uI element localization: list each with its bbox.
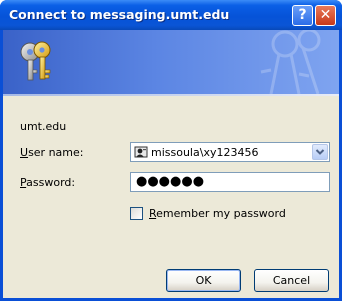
login-dialog: Connect to messaging.umt.edu ? ✕ umt.edu… — [0, 0, 342, 301]
banner-separator — [3, 94, 339, 96]
ok-button[interactable]: OK — [166, 269, 241, 292]
banner — [3, 30, 339, 94]
title-bar[interactable]: Connect to messaging.umt.edu ? ✕ — [0, 0, 342, 30]
password-label: Password: — [20, 176, 76, 189]
remember-password-checkbox[interactable] — [130, 207, 143, 220]
user-card-icon — [134, 146, 148, 158]
username-combobox[interactable]: missoula\xy123456 — [130, 142, 330, 162]
keys-icon — [20, 41, 51, 81]
dialog-title: Connect to messaging.umt.edu — [9, 7, 230, 22]
username-dropdown-button[interactable] — [312, 144, 328, 160]
help-button[interactable]: ? — [292, 5, 313, 26]
username-value: missoula\xy123456 — [151, 146, 259, 159]
close-button[interactable]: ✕ — [315, 5, 336, 26]
password-masked-value: ●●●●●● — [136, 174, 205, 189]
chevron-down-icon — [315, 149, 325, 155]
cancel-button[interactable]: Cancel — [254, 269, 329, 292]
remember-password-label[interactable]: Remember my password — [149, 207, 286, 220]
dialog-body: umt.edu User name: missoula\xy123456 Pas… — [3, 30, 339, 298]
username-label: User name: — [20, 146, 84, 159]
server-label: umt.edu — [20, 120, 67, 133]
password-field[interactable]: ●●●●●● — [130, 172, 330, 192]
